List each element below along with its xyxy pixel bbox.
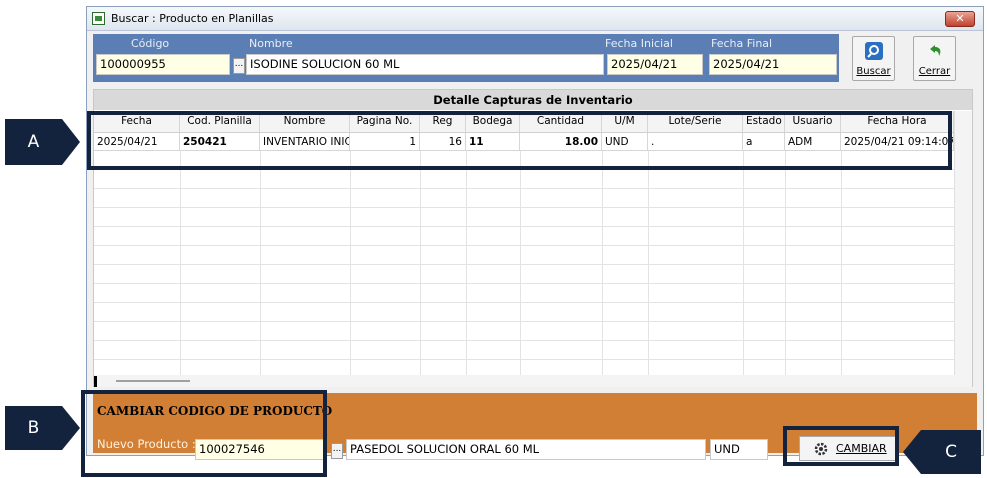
search-window: Buscar : Producto en Planillas ✕ Código … [86, 6, 984, 461]
callout-a: A [5, 119, 62, 165]
callout-b: B [5, 406, 62, 450]
fecha-final-field[interactable]: 2025/04/21 [709, 54, 837, 75]
callout-c: C [921, 430, 981, 474]
magnifier-icon [865, 42, 883, 60]
buscar-label: Buscar [856, 66, 891, 77]
nuevo-nombre-field[interactable]: PASEDOL SOLUCION ORAL 60 ML [346, 439, 706, 460]
empty-row [94, 265, 954, 284]
column-divider [602, 151, 603, 375]
column-divider [785, 151, 786, 375]
grid-title: Detalle Capturas de Inventario [94, 90, 972, 110]
annotation-box-a [87, 111, 952, 170]
column-divider [841, 151, 842, 375]
scroll-start-marker [94, 376, 97, 387]
empty-row [94, 341, 954, 360]
nombre-field[interactable]: ISODINE SOLUCION 60 ML [246, 54, 604, 75]
vertical-scrollbar[interactable] [954, 111, 972, 375]
column-divider [520, 151, 521, 375]
column-divider [466, 151, 467, 375]
cerrar-label: Cerrar [918, 66, 951, 77]
column-divider [420, 151, 421, 375]
search-panel: Código 100000955 ... Nombre ISODINE SOLU… [93, 34, 839, 82]
empty-row [94, 246, 954, 265]
title-bar: Buscar : Producto en Planillas ✕ [87, 7, 983, 31]
nombre-label: Nombre [249, 37, 293, 50]
empty-row [94, 322, 954, 341]
annotation-box-b [81, 390, 327, 477]
column-divider [743, 151, 744, 375]
buscar-button[interactable]: Buscar [852, 36, 895, 81]
callout-c-arrow [903, 430, 921, 474]
annotation-box-c [783, 426, 899, 466]
codigo-label: Código [131, 37, 170, 50]
column-divider [648, 151, 649, 375]
column-divider [350, 151, 351, 375]
scroll-thumb[interactable] [116, 380, 190, 382]
window-title: Buscar : Producto en Planillas [111, 12, 274, 25]
callout-a-arrow [62, 119, 80, 165]
empty-row [94, 189, 954, 208]
fecha-inicial-label: Fecha Inicial [605, 37, 673, 50]
column-divider [260, 151, 261, 375]
undo-arrow-icon [930, 45, 941, 56]
empty-row [94, 284, 954, 303]
empty-row [94, 227, 954, 246]
window-icon [92, 12, 105, 25]
fecha-inicial-field[interactable]: 2025/04/21 [607, 54, 703, 75]
unidad-field[interactable]: UND [710, 439, 768, 460]
empty-row [94, 170, 954, 189]
callout-b-arrow [62, 406, 80, 450]
nuevo-producto-lookup-button[interactable]: ... [331, 443, 343, 459]
codigo-lookup-button[interactable]: ... [233, 58, 245, 74]
empty-row [94, 303, 954, 322]
fecha-final-label: Fecha Final [711, 37, 773, 50]
codigo-field[interactable]: 100000955 [96, 54, 230, 75]
column-divider [180, 151, 181, 375]
horizontal-scrollbar[interactable] [94, 375, 972, 387]
empty-row [94, 208, 954, 227]
cerrar-button[interactable]: Cerrar [913, 36, 956, 81]
close-button[interactable]: ✕ [945, 11, 975, 27]
